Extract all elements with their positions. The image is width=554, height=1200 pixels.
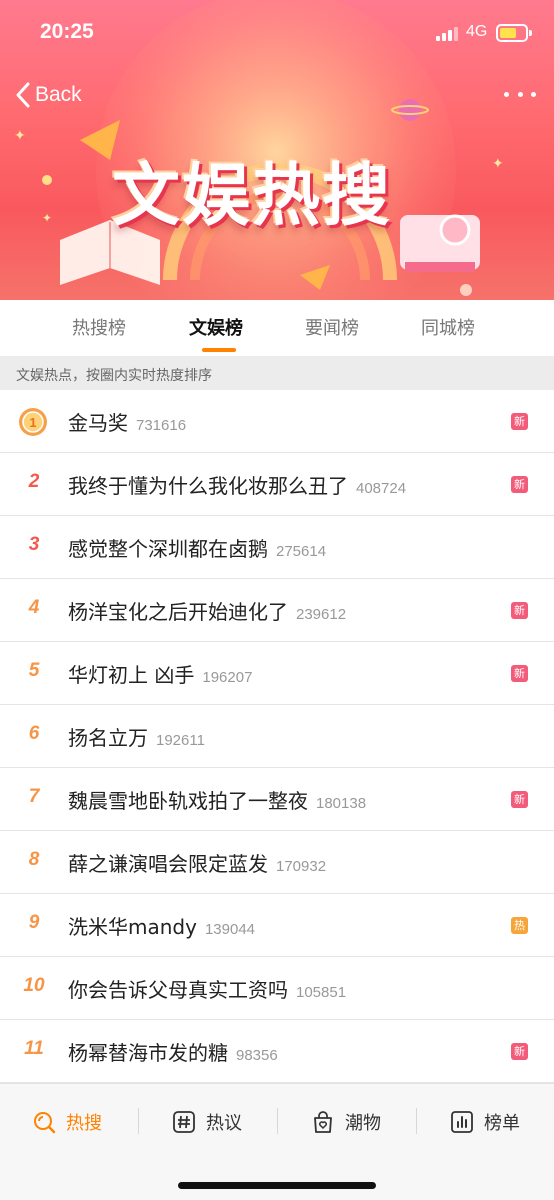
list-item[interactable]: 5 华灯初上 凶手 196207 新 [0, 642, 554, 705]
item-title: 我终于懂为什么我化妆那么丑了 [68, 474, 348, 498]
item-title: 魏晨雪地卧轨戏拍了一整夜 [68, 789, 308, 813]
status-time: 20:25 [40, 20, 94, 43]
new-badge: 新 [511, 476, 528, 493]
chevron-left-icon [16, 82, 30, 108]
item-title: 你会告诉父母真实工资吗 [68, 978, 288, 1002]
item-count: 196207 [202, 669, 253, 686]
header-banner: ✦ ✦ ✦ 20:25 4G Back 文娱热搜 [0, 0, 554, 300]
new-badge: 新 [511, 791, 528, 808]
item-title: 感觉整个深圳都在卤鹅 [68, 537, 268, 561]
rank-number: 10 [23, 975, 45, 996]
list-item[interactable]: 11 杨幂替海市发的糖 98356 新 [0, 1020, 554, 1083]
rank-medal-icon: 1 [19, 408, 47, 436]
ranking-tabs: 热搜榜 文娱榜 要闻榜 同城榜 [0, 300, 554, 356]
tab-entertainment[interactable]: 文娱榜 [189, 314, 243, 340]
item-count: 731616 [136, 417, 187, 434]
item-title: 杨幂替海市发的糖 [68, 1041, 228, 1065]
network-label: 4G [466, 23, 488, 40]
tab-hot-search[interactable]: 热搜榜 [72, 314, 126, 340]
back-label: Back [35, 83, 82, 106]
rank-number: 6 [28, 723, 40, 744]
item-count: 180138 [316, 795, 367, 812]
list-item[interactable]: 7 魏晨雪地卧轨戏拍了一整夜 180138 新 [0, 768, 554, 831]
divider [277, 1108, 278, 1134]
item-count: 408724 [356, 480, 407, 497]
item-title: 杨洋宝化之后开始迪化了 [68, 600, 288, 624]
new-badge: 新 [511, 602, 528, 619]
banner-title: 文娱热搜 [112, 157, 393, 236]
battery-icon [496, 24, 532, 42]
hashtag-icon [173, 1111, 195, 1133]
item-title: 薛之谦演唱会限定蓝发 [68, 852, 268, 876]
dot-icon [531, 91, 536, 97]
svg-text:✦: ✦ [492, 156, 504, 172]
rank-number: 7 [28, 786, 40, 807]
divider [416, 1108, 417, 1134]
item-count: 105851 [296, 984, 347, 1001]
new-badge: 新 [511, 665, 528, 682]
svg-text:✦: ✦ [42, 211, 52, 225]
new-badge: 新 [511, 413, 528, 430]
rank-number: 11 [24, 1038, 44, 1059]
shopping-bag-icon [314, 1111, 332, 1133]
item-count: 170932 [276, 858, 327, 875]
rank-number: 8 [28, 849, 40, 870]
divider [138, 1108, 139, 1134]
chart-icon [451, 1111, 473, 1133]
item-count: 98356 [236, 1047, 278, 1064]
rank-number: 2 [28, 471, 40, 492]
item-title: 金马奖 [68, 411, 128, 435]
dot-icon [504, 91, 509, 97]
back-button[interactable]: Back [14, 78, 82, 112]
signal-icon [436, 27, 460, 41]
bottom-tab-label: 潮物 [345, 1113, 381, 1134]
hot-badge: 热 [511, 917, 528, 934]
bottom-tab-label: 热搜 [66, 1113, 102, 1134]
rank-number: 1 [29, 415, 36, 430]
tab-local[interactable]: 同城榜 [421, 314, 475, 340]
rank-number: 3 [28, 534, 40, 555]
status-bar: 20:25 4G [0, 0, 554, 66]
bottom-tab-label: 榜单 [484, 1113, 520, 1134]
rank-number: 4 [28, 597, 40, 618]
item-count: 239612 [296, 606, 347, 623]
list-item[interactable]: 1 金马奖 731616 新 [0, 390, 554, 453]
item-title: 洗米华mandy [68, 915, 197, 939]
list-item[interactable]: 2 我终于懂为什么我化妆那么丑了 408724 新 [0, 453, 554, 516]
rank-number: 5 [28, 660, 40, 681]
tab-news[interactable]: 要闻榜 [305, 314, 359, 340]
list-item[interactable]: 3 感觉整个深圳都在卤鹅 275614 [0, 516, 554, 579]
search-icon [34, 1112, 56, 1134]
list-item[interactable]: 10 你会告诉父母真实工资吗 105851 [0, 957, 554, 1020]
rank-number: 9 [28, 912, 40, 933]
bottom-tab-trends[interactable]: 潮物 [311, 1108, 381, 1136]
bottom-tab-label: 热议 [206, 1113, 242, 1134]
list-item[interactable]: 8 薛之谦演唱会限定蓝发 170932 [0, 831, 554, 894]
item-title: 扬名立万 [68, 726, 148, 750]
svg-text:✦: ✦ [14, 128, 26, 144]
list-item[interactable]: 9 洗米华mandy 139044 热 [0, 894, 554, 957]
more-options-button[interactable] [504, 86, 536, 102]
item-count: 139044 [204, 921, 256, 938]
home-indicator[interactable] [178, 1182, 376, 1189]
item-count: 192611 [156, 732, 205, 749]
item-count: 275614 [276, 543, 327, 560]
bottom-tab-discussion[interactable]: 热议 [172, 1108, 242, 1136]
bottom-tab-rankings[interactable]: 榜单 [450, 1108, 520, 1136]
list-item[interactable]: 6 扬名立万 192611 [0, 705, 554, 768]
bottom-tab-hot-search[interactable]: 热搜 [32, 1108, 102, 1136]
new-badge: 新 [511, 1043, 528, 1060]
active-tab-indicator [202, 348, 236, 352]
list-description: 文娱热点，按圈内实时热度排序 [0, 356, 554, 390]
dot-icon [517, 91, 523, 97]
list-item[interactable]: 4 杨洋宝化之后开始迪化了 239612 新 [0, 579, 554, 642]
item-title: 华灯初上 凶手 [68, 663, 195, 687]
